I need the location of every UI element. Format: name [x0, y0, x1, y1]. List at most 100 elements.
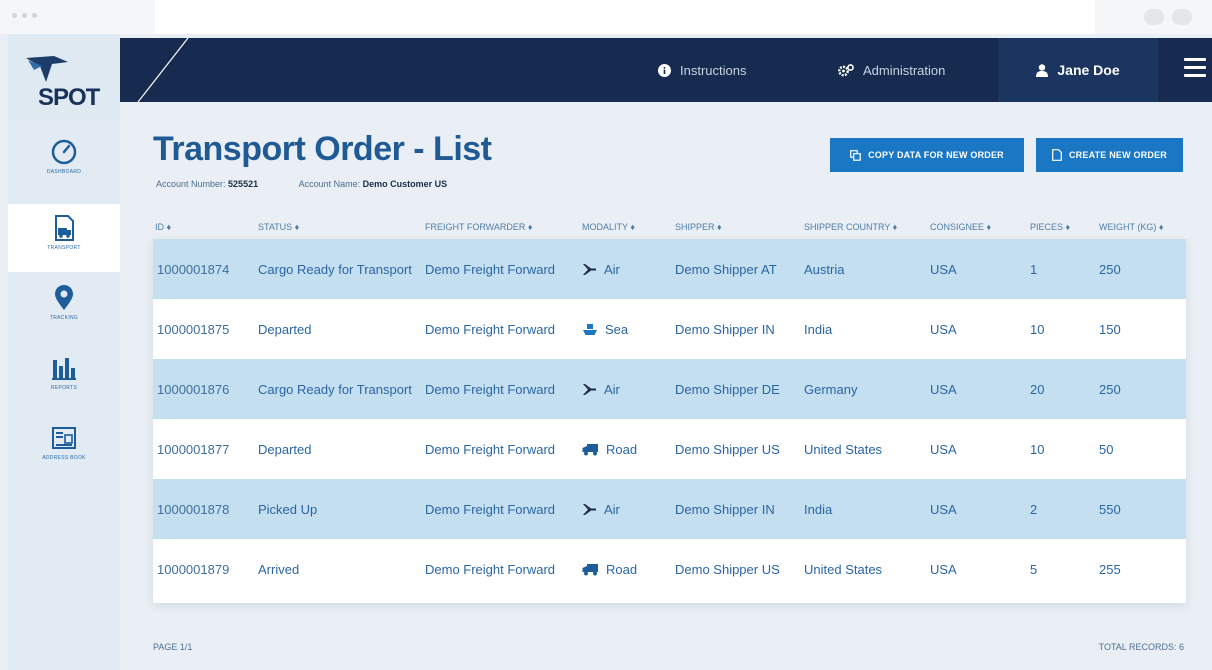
copy-data-button[interactable]: COPY DATA FOR NEW ORDER — [830, 138, 1024, 172]
column-header-shipper[interactable]: SHIPPER ♦ — [675, 222, 722, 232]
weight: 150 — [1099, 321, 1121, 337]
order-status: Arrived — [258, 561, 300, 577]
modality: Air — [582, 359, 620, 419]
copy-icon — [850, 149, 861, 161]
info-icon — [658, 63, 671, 77]
airplane-icon — [582, 503, 597, 516]
modality: Road — [582, 539, 637, 599]
column-header-shipper-country[interactable]: SHIPPER COUNTRY ♦ — [804, 222, 897, 232]
sidebar-item-dashboard[interactable]: DASHBOARD — [8, 128, 120, 196]
order-id[interactable]: 1000001877 — [157, 419, 229, 479]
dashboard-gauge-icon — [51, 139, 77, 165]
pieces: 5 — [1030, 561, 1038, 577]
shipper: Demo Shipper IN — [675, 501, 775, 517]
consignee: USA — [930, 501, 957, 517]
order-id[interactable]: 1000001875 — [157, 299, 229, 359]
column-header-status[interactable]: STATUS ♦ — [258, 222, 299, 232]
truck-document-icon — [55, 215, 74, 241]
order-status: Departed — [258, 441, 312, 457]
pieces: 1 — [1030, 261, 1038, 277]
administration-link[interactable]: Administration — [838, 38, 945, 102]
modality: Road — [582, 419, 637, 479]
modality-label: Road — [606, 561, 638, 577]
column-header-pieces[interactable]: PIECES ♦ — [1030, 222, 1070, 232]
create-new-order-button-label: CREATE NEW ORDER — [1068, 150, 1168, 160]
table-row[interactable]: 1000001874 Cargo Ready for Transport Dem… — [153, 239, 1186, 299]
modality-label: Road — [606, 441, 638, 457]
pieces: 10 — [1030, 441, 1045, 457]
shipper: Demo Shipper US — [675, 561, 780, 577]
shipper-country: India — [804, 321, 833, 337]
copy-data-button-label: COPY DATA FOR NEW ORDER — [868, 150, 1004, 160]
instructions-link[interactable]: Instructions — [658, 38, 746, 102]
hamburger-menu-icon[interactable] — [1184, 58, 1206, 80]
modality-label: Air — [604, 381, 620, 397]
browser-chrome — [0, 0, 1212, 34]
weight: 250 — [1099, 261, 1121, 277]
gears-icon — [838, 63, 854, 76]
order-id[interactable]: 1000001874 — [157, 239, 229, 299]
consignee: USA — [930, 561, 957, 577]
order-id[interactable]: 1000001876 — [157, 359, 229, 419]
map-pin-icon — [55, 285, 73, 310]
shipper-country: Austria — [804, 261, 845, 277]
table-row[interactable]: 1000001879 Arrived Demo Freight Forward … — [153, 539, 1186, 599]
table-row[interactable]: 1000001877 Departed Demo Freight Forward… — [153, 419, 1186, 479]
weight: 50 — [1099, 441, 1114, 457]
bar-chart-icon — [52, 358, 76, 380]
modality-label: Air — [604, 501, 620, 517]
column-header-consignee[interactable]: CONSIGNEE ♦ — [930, 222, 991, 232]
pieces: 10 — [1030, 321, 1045, 337]
modality-label: Sea — [605, 321, 629, 337]
table-row[interactable]: 1000001875 Departed Demo Freight Forward… — [153, 299, 1186, 359]
freight-forwarder: Demo Freight Forward — [425, 381, 556, 397]
app-logo[interactable]: SPOT — [8, 34, 120, 120]
truck-icon — [582, 443, 599, 456]
order-id[interactable]: 1000001879 — [157, 539, 229, 599]
sidebar-item-address-book[interactable]: ADDRESS BOOK — [8, 414, 120, 482]
table-row[interactable]: 1000001876 Cargo Ready for Transport Dem… — [153, 359, 1186, 419]
freight-forwarder: Demo Freight Forward — [425, 321, 556, 337]
sidebar-item-transport[interactable]: TRANSPORT — [8, 204, 120, 272]
truck-icon — [582, 563, 599, 576]
sidebar-item-reports[interactable]: REPORTS — [8, 344, 120, 412]
sidebar-item-label: TRANSPORT — [47, 245, 81, 251]
order-id[interactable]: 1000001878 — [157, 479, 229, 539]
page-title: Transport Order - List — [153, 130, 492, 168]
table-row[interactable]: 1000001878 Picked Up Demo Freight Forwar… — [153, 479, 1186, 539]
bird-logo-icon — [26, 56, 68, 82]
column-header-freight-forwarder[interactable]: FREIGHT FORWARDER ♦ — [425, 222, 532, 232]
create-new-order-button[interactable]: CREATE NEW ORDER — [1036, 138, 1183, 172]
column-header-modality[interactable]: MODALITY ♦ — [582, 222, 635, 232]
consignee: USA — [930, 321, 957, 337]
shipper-country: India — [804, 501, 833, 517]
account-name-label: Account Name: — [298, 179, 361, 189]
user-name: Jane Doe — [1057, 62, 1120, 78]
window-controls[interactable] — [12, 13, 37, 18]
browser-buttons[interactable] — [1144, 9, 1192, 25]
modality-label: Air — [604, 261, 620, 277]
sidebar-item-tracking[interactable]: TRACKING — [8, 274, 120, 342]
user-icon — [1036, 63, 1049, 77]
order-status: Cargo Ready for Transport — [258, 261, 412, 277]
consignee: USA — [930, 441, 957, 457]
column-header-weight[interactable]: WEIGHT (KG) ♦ — [1099, 222, 1163, 232]
address-card-icon — [52, 427, 76, 449]
logo-text: SPOT — [38, 84, 100, 111]
address-bar[interactable] — [155, 0, 1095, 34]
order-status: Cargo Ready for Transport — [258, 381, 412, 397]
shipper-country: Germany — [804, 381, 858, 397]
column-header-id[interactable]: ID ♦ — [155, 222, 171, 232]
modality: Air — [582, 479, 620, 539]
order-status: Departed — [258, 321, 312, 337]
ship-icon — [582, 323, 598, 336]
user-menu[interactable]: Jane Doe — [998, 38, 1158, 102]
weight: 255 — [1099, 561, 1121, 577]
shipper: Demo Shipper IN — [675, 321, 775, 337]
freight-forwarder: Demo Freight Forward — [425, 261, 556, 277]
administration-label: Administration — [863, 62, 946, 78]
new-document-icon — [1052, 149, 1062, 161]
orders-table: 1000001874 Cargo Ready for Transport Dem… — [153, 239, 1186, 603]
sidebar-item-label: ADDRESS BOOK — [42, 455, 86, 461]
account-info: Account Number: 525521 Account Name: Dem… — [156, 179, 447, 189]
